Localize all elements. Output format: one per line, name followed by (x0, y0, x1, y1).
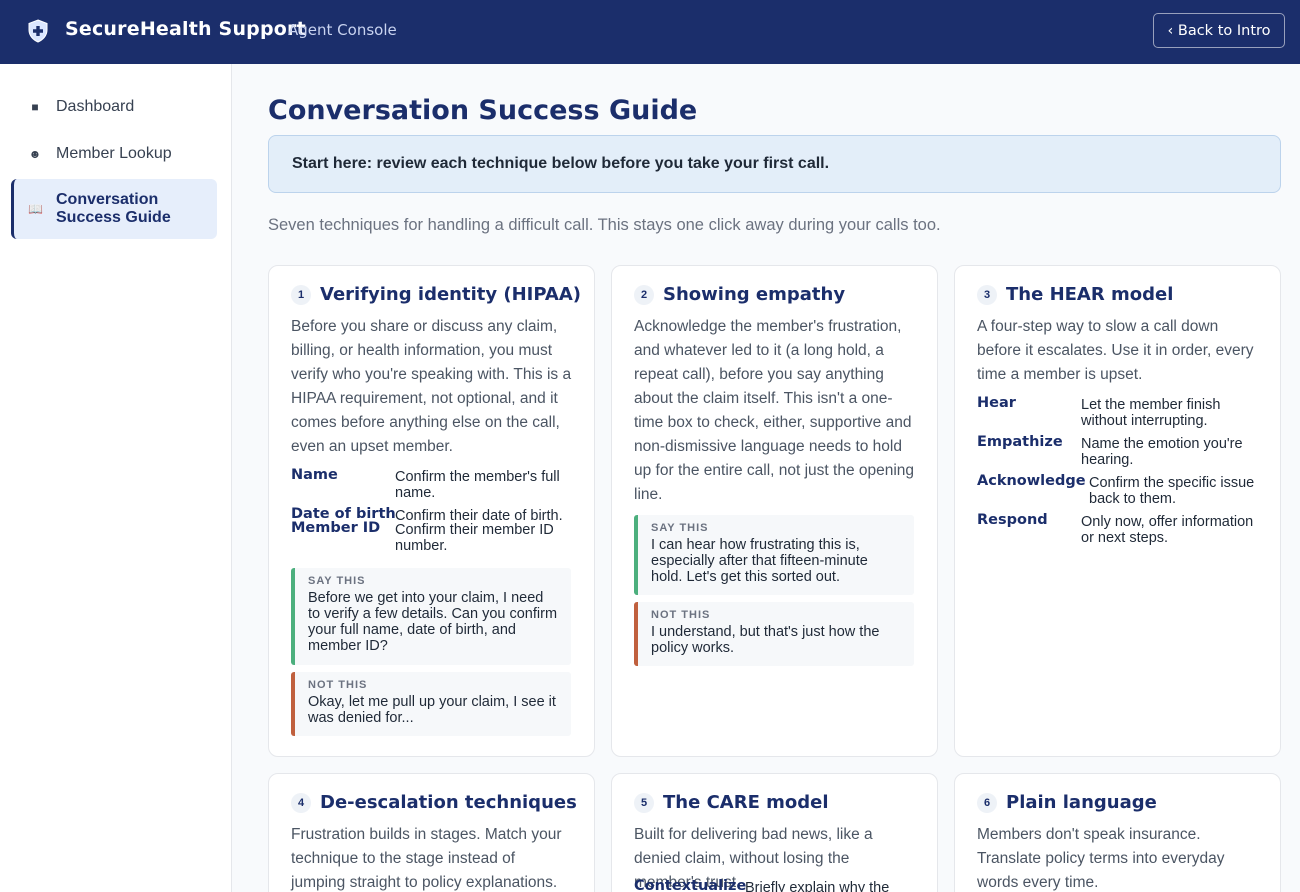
quote-text: I can hear how frustrating this is, espe… (651, 537, 868, 585)
sidebar-item-label: Conversation Success Guide (56, 191, 171, 226)
back-to-intro-button[interactable]: ‹ Back to Intro (1153, 13, 1285, 48)
term-definition: Confirm their member ID number. (395, 522, 554, 554)
card-title: The HEAR model (1006, 284, 1174, 305)
technique-card-care-model: 5 The CARE model Built for delivering ba… (611, 773, 938, 892)
technique-card-de-escalation: 4 De-escalation techniques Frustration b… (268, 773, 595, 892)
card-number-badge: 2 (634, 284, 654, 305)
intro-text: Seven techniques for handling a difficul… (268, 216, 941, 234)
card-title: De-escalation techniques (320, 792, 577, 813)
shield-icon (28, 19, 48, 43)
brand-subtitle: Agent Console (288, 21, 397, 39)
not-this-example: NOT THIS I understand, but that's just h… (634, 602, 914, 666)
term-definition: Name the emotion you're hearing. (1081, 436, 1243, 468)
sidebar: ■ Dashboard ☻ Member Lookup 📖 Conversati… (0, 64, 232, 892)
term-definition: Confirm the specific issue back to them. (1089, 475, 1255, 507)
top-bar: SecureHealth Support Agent Console ‹ Bac… (0, 0, 1300, 64)
quote-tag: SAY THIS (651, 522, 709, 534)
card-title: Plain language (1006, 792, 1157, 813)
quote-text: I understand, but that's just how the po… (651, 624, 880, 656)
term-definition: Let the member finish without interrupti… (1081, 397, 1221, 429)
card-body: Acknowledge the member's frustration, an… (634, 318, 915, 503)
card-body: Frustration builds in stages. Match your… (291, 826, 562, 891)
technique-card-verifying-identity: 1 Verifying identity (HIPAA) Before you … (268, 265, 595, 757)
say-this-example: SAY THIS Before we get into your claim, … (291, 568, 571, 665)
square-icon: ■ (31, 100, 39, 114)
card-title: Verifying identity (HIPAA) (320, 284, 581, 305)
hear-steps: Hear Let the member finish without inter… (977, 395, 1259, 551)
technique-card-showing-empathy: 2 Showing empathy Acknowledge the member… (611, 265, 938, 757)
book-icon: 📖 (28, 202, 43, 216)
sidebar-item-member-lookup[interactable]: ☻ Member Lookup (11, 139, 217, 169)
card-number-badge: 4 (291, 792, 311, 813)
card-number-badge: 1 (291, 284, 311, 305)
card-body: A four-step way to slow a call down befo… (977, 318, 1254, 383)
term-label: Contextualize (634, 878, 747, 892)
sidebar-item-label: Dashboard (56, 98, 135, 115)
sidebar-item-label: Member Lookup (56, 145, 172, 162)
page-title: Conversation Success Guide (268, 95, 698, 126)
care-steps: Contextualize Briefly explain why the (634, 878, 916, 892)
card-number-badge: 3 (977, 284, 997, 305)
card-number-badge: 5 (634, 792, 654, 813)
search-circle-icon: ☻ (28, 147, 42, 161)
not-this-example: NOT THIS Okay, let me pull up your claim… (291, 672, 571, 736)
technique-card-hear-model: 3 The HEAR model A four-step way to slow… (954, 265, 1281, 757)
brand-name: SecureHealth Support (65, 18, 306, 40)
term-label: Hear (977, 395, 1016, 411)
term-label: Name (291, 467, 338, 483)
start-here-callout: Start here: review each technique below … (268, 135, 1281, 193)
card-number-badge: 6 (977, 792, 997, 813)
card-title: Showing empathy (663, 284, 846, 305)
quote-tag: NOT THIS (308, 679, 368, 691)
term-definition: Briefly explain why the (745, 880, 890, 892)
quote-text: Okay, let me pull up your claim, I see i… (308, 694, 556, 726)
term-definition: Confirm the member's full name. (395, 469, 560, 501)
term-label: Empathize (977, 434, 1063, 450)
term-label: Member ID (291, 520, 381, 536)
verification-checklist: Name Confirm the member's full name. Dat… (291, 467, 573, 560)
technique-card-plain-language: 6 Plain language Members don't speak ins… (954, 773, 1281, 892)
quote-text: Before we get into your claim, I need to… (308, 590, 558, 654)
card-body: Members don't speak insurance. Translate… (977, 826, 1225, 891)
card-body: Before you share or discuss any claim, b… (291, 318, 572, 455)
quote-tag: SAY THIS (308, 575, 366, 587)
quote-tag: NOT THIS (651, 609, 711, 621)
term-definition: Only now, offer information or next step… (1081, 514, 1254, 546)
term-label: Respond (977, 512, 1048, 528)
sidebar-item-dashboard[interactable]: ■ Dashboard (11, 92, 217, 122)
card-title: The CARE model (663, 792, 829, 813)
sidebar-item-conversation-guide[interactable]: 📖 Conversation Success Guide (11, 179, 217, 239)
term-label: Acknowledge (977, 473, 1086, 489)
say-this-example: SAY THIS I can hear how frustrating this… (634, 515, 914, 595)
